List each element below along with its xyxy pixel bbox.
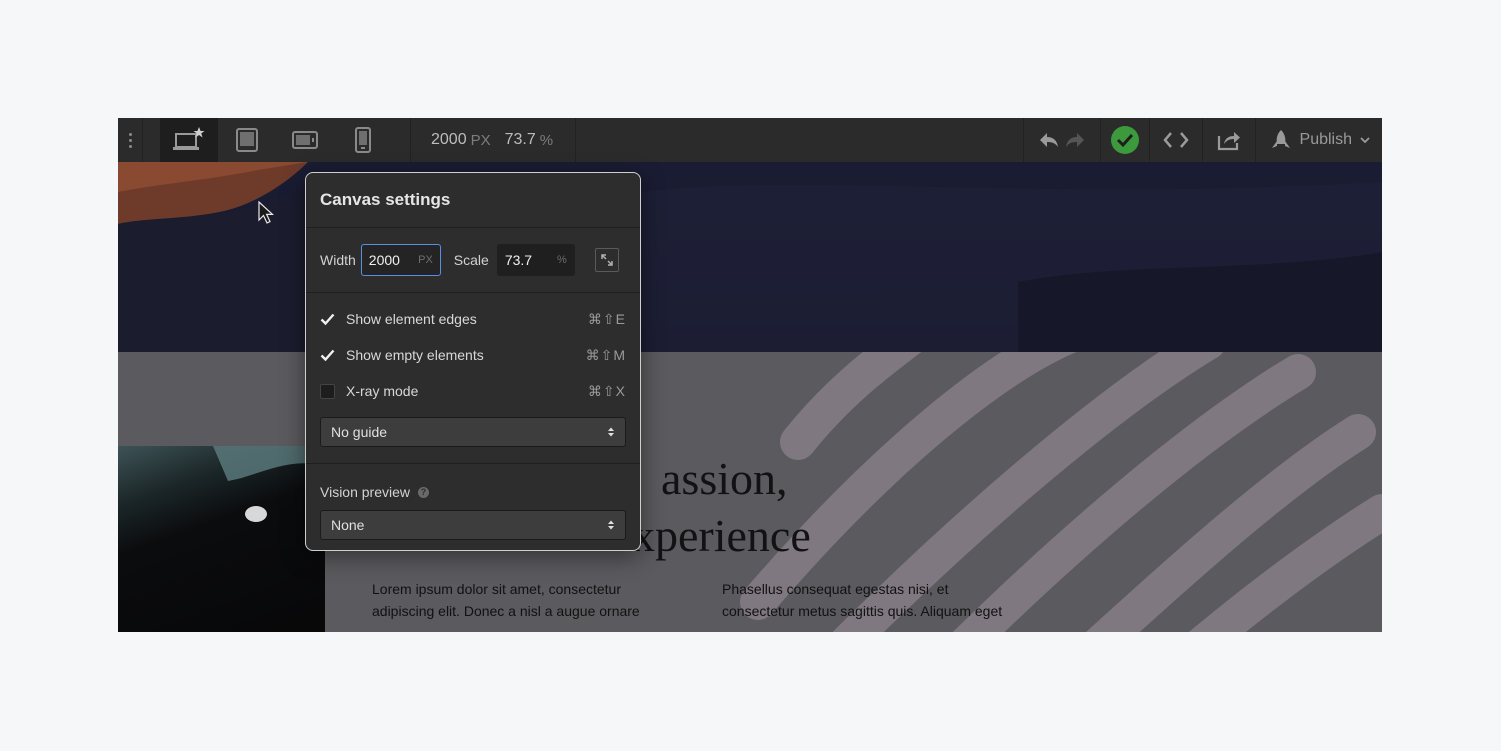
checkbox-unchecked-icon[interactable] [320, 383, 335, 399]
publish-button[interactable]: Publish [1254, 118, 1382, 162]
select-arrows-icon [608, 520, 614, 530]
canvas-scale-value: 73.7 [504, 131, 536, 148]
col2-line-2: consectetur metus sagittis quis. Aliquam… [722, 603, 1003, 619]
check-circle-icon [1110, 126, 1139, 154]
content-photo [118, 446, 325, 632]
width-input-value: 2000 [368, 252, 400, 268]
share-button[interactable] [1201, 118, 1255, 162]
guide-select-value: No guide [331, 424, 388, 440]
code-icon [1162, 132, 1189, 148]
content-column-1: Lorem ipsum dolor sit amet, consectetur … [372, 578, 662, 622]
canvas-width-value: 2000 [431, 131, 467, 148]
scale-input[interactable]: 73.7 % [496, 244, 575, 276]
undo-icon[interactable] [1038, 131, 1060, 149]
fit-to-screen-button[interactable] [594, 248, 619, 272]
help-icon[interactable]: ? [418, 486, 430, 498]
tablet-icon [236, 128, 258, 152]
content-headline: assion, xperience [614, 450, 811, 564]
option-label: Show element edges [346, 311, 477, 327]
canvas-settings-popover: Canvas settings Width 2000 PX Scale 73.7… [305, 172, 641, 551]
headline-line-1: assion, [661, 453, 788, 504]
scale-input-value: 73.7 [504, 252, 533, 268]
col1-line-2: adipiscing elit. Donec a nisl a augue or… [372, 603, 640, 619]
code-export-button[interactable] [1148, 118, 1202, 162]
publish-label: Publish [1299, 131, 1352, 148]
shortcut-label: ⌘⇧X [587, 382, 626, 399]
chevron-down-icon [1360, 137, 1370, 144]
scale-label: Scale [453, 252, 489, 268]
width-label: Width [320, 252, 356, 268]
guide-select[interactable]: No guide [320, 417, 626, 447]
col2-line-1: Phasellus consequat egestas nisi, et [722, 581, 949, 597]
vision-preview-label: Vision preview [320, 484, 411, 500]
status-check-button[interactable] [1099, 118, 1149, 162]
desktop-base-icon [173, 127, 205, 150]
width-input-unit: PX [418, 254, 433, 266]
scale-input-unit: % [557, 254, 567, 266]
width-input[interactable]: 2000 PX [360, 244, 441, 276]
mobile-landscape-button[interactable] [276, 118, 334, 162]
col1-line-1: Lorem ipsum dolor sit amet, consectetur [372, 581, 621, 597]
mobile-portrait-icon [355, 127, 371, 153]
option-label: Show empty elements [346, 347, 484, 363]
vision-preview-select[interactable]: None [320, 510, 626, 540]
rocket-icon [1271, 130, 1290, 148]
content-column-2: Phasellus consequat egestas nisi, et con… [722, 578, 1012, 622]
mouse-cursor-icon [258, 201, 274, 224]
redo-icon[interactable] [1064, 131, 1086, 149]
shortcut-label: ⌘⇧E [587, 310, 626, 327]
mobile-portrait-button[interactable] [334, 118, 392, 162]
share-icon [1217, 132, 1240, 151]
canvas-width-unit: PX [470, 131, 491, 149]
menu-icon[interactable] [118, 118, 143, 162]
shortcut-label: ⌘⇧M [585, 346, 626, 363]
canvas-scale-unit: % [539, 131, 554, 149]
undo-redo-group [1022, 118, 1100, 162]
canvas-size-readout[interactable]: 2000 PX 73.7 % [410, 118, 577, 162]
vision-preview-row: Vision preview ? [306, 480, 640, 504]
desktop-base-button[interactable] [160, 118, 218, 162]
option-show-empty-elements[interactable]: Show empty elements ⌘⇧M [306, 337, 640, 373]
select-arrows-icon [608, 427, 614, 437]
checkbox-checked-icon[interactable] [320, 348, 335, 363]
vision-select-value: None [331, 517, 365, 533]
expand-icon [601, 254, 613, 266]
top-toolbar: 2000 PX 73.7 % Publish [118, 118, 1382, 163]
popover-title: Canvas settings [306, 173, 640, 228]
option-show-element-edges[interactable]: Show element edges ⌘⇧E [306, 301, 640, 337]
headline-line-2: xperience [632, 510, 811, 561]
width-scale-row: Width 2000 PX Scale 73.7 % [306, 228, 640, 293]
option-x-ray-mode[interactable]: X-ray mode ⌘⇧X [306, 373, 640, 409]
tablet-button[interactable] [218, 118, 276, 162]
checkbox-checked-icon[interactable] [320, 312, 335, 327]
mobile-landscape-icon [292, 131, 318, 149]
option-label: X-ray mode [346, 383, 419, 399]
